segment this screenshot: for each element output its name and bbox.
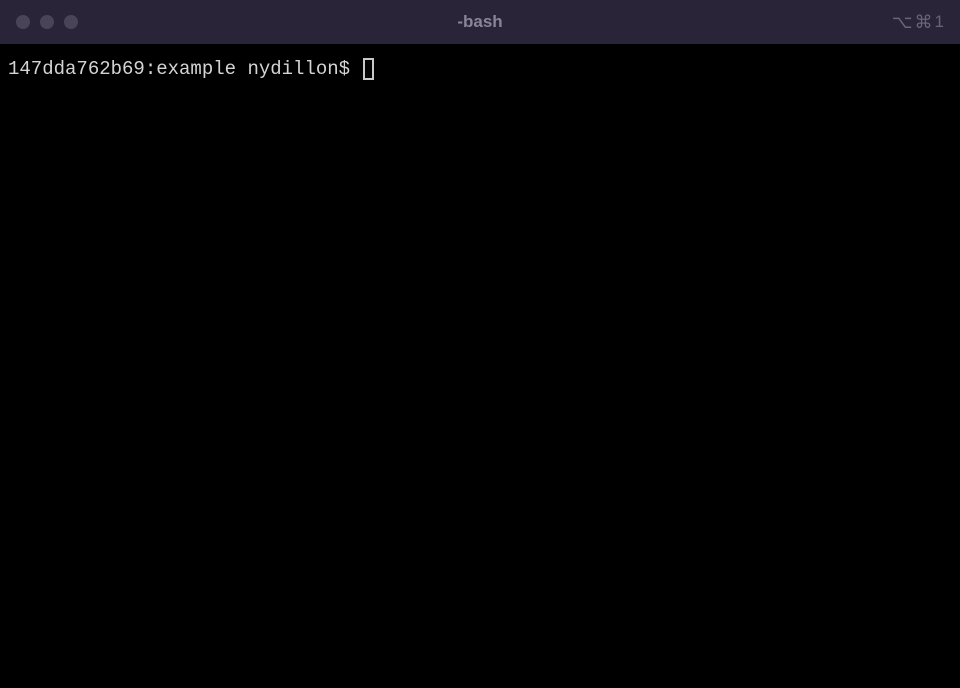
window-titlebar: -bash ⌥ ⌘ 1 bbox=[0, 0, 960, 44]
minimize-button[interactable] bbox=[40, 15, 54, 29]
maximize-button[interactable] bbox=[64, 15, 78, 29]
window-title: -bash bbox=[457, 12, 502, 32]
cursor bbox=[363, 58, 374, 80]
terminal-body[interactable]: 147dda762b69:example nydillon$ bbox=[0, 44, 960, 688]
command-key-icon: ⌘ bbox=[915, 12, 933, 33]
prompt-line: 147dda762b69:example nydillon$ bbox=[8, 56, 952, 83]
window-shortcut: ⌥ ⌘ 1 bbox=[892, 12, 944, 33]
traffic-lights bbox=[16, 15, 78, 29]
option-key-icon: ⌥ bbox=[892, 12, 913, 33]
shell-prompt: 147dda762b69:example nydillon$ bbox=[8, 56, 361, 83]
close-button[interactable] bbox=[16, 15, 30, 29]
shortcut-number: 1 bbox=[935, 12, 944, 32]
